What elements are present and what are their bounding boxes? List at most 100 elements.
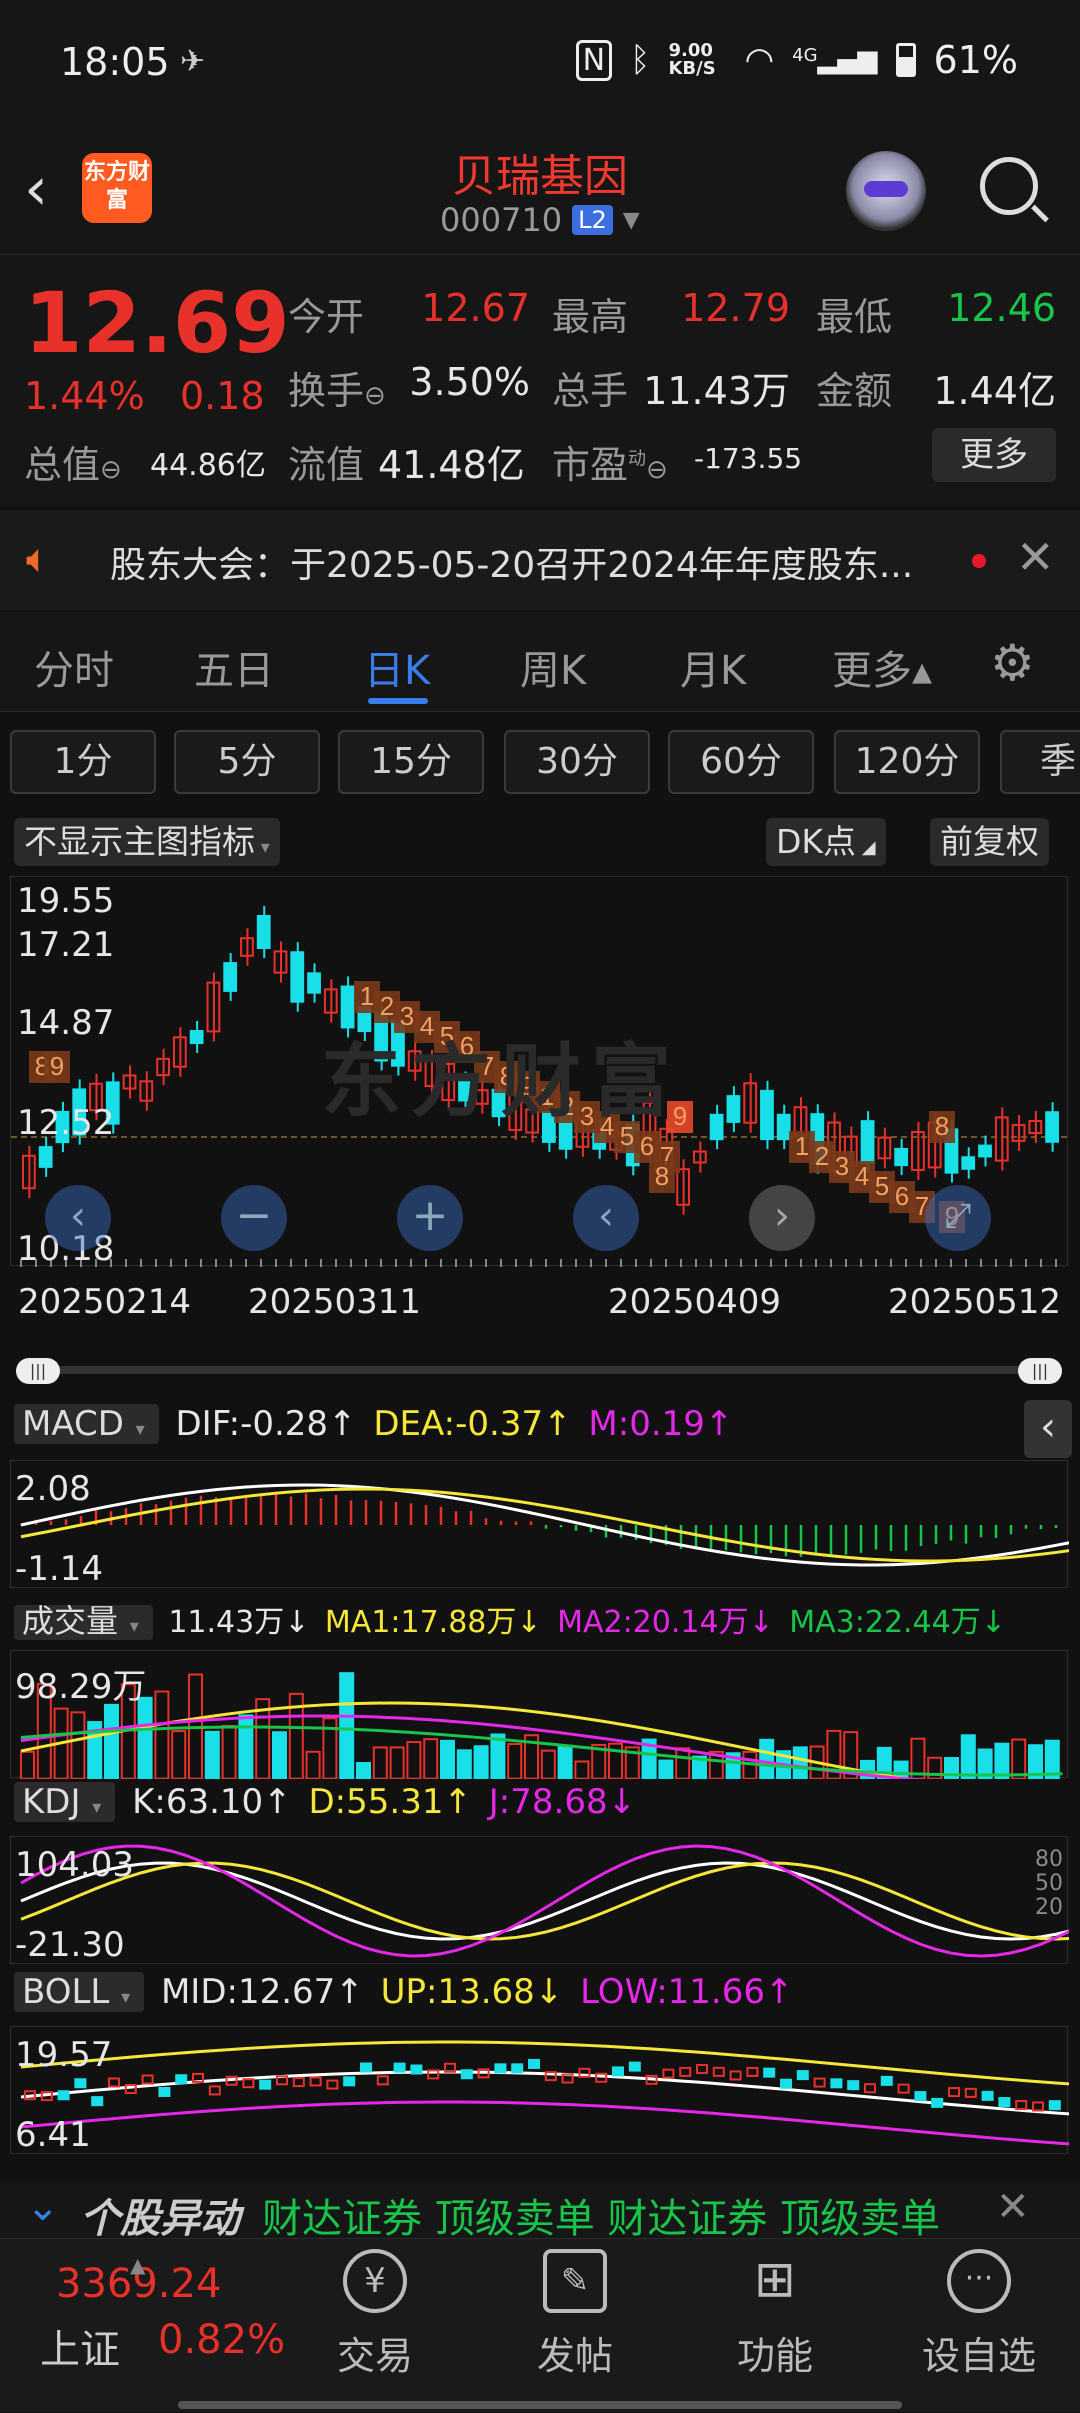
td-marker-label: 6 [895,1181,909,1211]
volume-bar [1011,1738,1027,1780]
pe-label: 市盈动⊖ [552,443,668,487]
robot-assistant-icon[interactable] [846,151,926,231]
tab-60min[interactable]: 60分 [668,730,814,794]
chevron-down-icon[interactable]: ▼ [623,208,640,233]
td-marker-label: 3 [835,1151,849,1181]
gear-icon[interactable]: ⚙ [990,634,1035,692]
volume-bar [574,1760,590,1780]
range-handle-right[interactable]: ||| [1018,1358,1062,1384]
scroll-left-button[interactable]: ‹ [45,1185,111,1251]
tab-daily-k[interactable]: 日K [364,638,430,696]
boll-candle [259,2079,272,2090]
next-candle-button[interactable]: › [749,1185,815,1251]
boll-up: UP:13.68↓ [380,1972,564,2012]
boll-candle [360,2062,372,2073]
nav-functions[interactable]: ⊞ 功能 [700,2249,850,2380]
volume-bar [406,1741,422,1781]
candle-body [709,1113,724,1141]
more-quote-button[interactable]: 更多 [932,428,1056,482]
boll-select[interactable]: BOLL ▾ [14,1972,145,2012]
tab-more[interactable]: 更多▴ [832,638,932,696]
td-marker-label: 2 [815,1141,829,1171]
kdj-legend: KDJ ▾ K:63.10↑ D:55.31↑ J:78.68↓ [0,1782,1080,1832]
kdj-select[interactable]: KDJ ▾ [14,1782,116,1822]
info-icon[interactable]: ⊖ [364,381,386,411]
volume-bar [490,1733,506,1780]
tab-weekly-k[interactable]: 周K [520,638,586,696]
volume-bar [204,1730,220,1780]
turnover-value: 3.50% [409,360,530,404]
chevron-down-icon[interactable]: ⌄ [26,2184,60,2230]
range-handle-left[interactable]: ||| [16,1358,60,1384]
index-widget[interactable]: 3369.24 ▲ 上证 0.82% [0,2239,300,2413]
kdj-k: K:63.10↑ [132,1782,292,1822]
collapse-panel-button[interactable]: ‹ [1024,1400,1072,1458]
close-icon[interactable]: ✕ [996,2184,1030,2230]
candle-body [256,914,271,950]
volume-bar [154,1690,170,1780]
mktcap-value: 44.86亿 [150,448,266,483]
tab-5min[interactable]: 5分 [174,730,320,794]
nav-watchlist[interactable]: ··· 设自选 [904,2249,1054,2380]
volume-value: 11.43万 [643,369,790,413]
zoom-in-button[interactable]: + [397,1185,463,1251]
tab-1min[interactable]: 1分 [10,730,156,794]
boll-candle [326,2079,339,2090]
boll-legend: BOLL ▾ MID:12.67↑ UP:13.68↓ LOW:11.66↑ [0,1972,1080,2022]
boll-svg [20,2040,1072,2146]
prev-candle-button[interactable]: ‹ [573,1185,639,1251]
volume-svg [20,1672,1063,1799]
td-marker-label: 1 [360,981,374,1011]
x-label-3: 20250409 [608,1282,782,1322]
notice-bar[interactable]: 🔈︎ 股东大会：于2025-05-20召开2024年年度股东... ✕ [0,510,1080,610]
range-scrollbar[interactable] [18,1366,1062,1374]
volume-select[interactable]: 成交量 ▾ [14,1602,153,1640]
boll-candle [897,2083,910,2094]
kline-chart[interactable]: 89123456789123456798123456789 东方财富 19.55… [10,876,1069,1269]
y-label-top: 19.55 [17,881,115,921]
fullscreen-button[interactable]: ⤢ [925,1185,991,1251]
volume-chart[interactable]: 98.29万 [10,1650,1068,1799]
tab-season[interactable]: 季 [1000,730,1080,794]
volume-bar [221,1724,237,1780]
kdj-chart[interactable]: 104.03 -21.30 80 50 20 [10,1836,1072,1965]
telegram-icon: ✈ [180,44,206,79]
tab-monthly-k[interactable]: 月K [680,638,746,696]
volume-bar [356,1762,371,1780]
zoom-out-button[interactable]: − [221,1185,287,1251]
current-price: 12.69 [24,274,290,372]
nav-trade[interactable]: ¥ 交易 [300,2249,450,2380]
main-indicator-select[interactable]: 不显示主图指标 ▾ [14,818,280,866]
kdj-ref-50: 50 [1035,1871,1063,1896]
tab-120min[interactable]: 120分 [834,730,980,794]
boll-candle [729,2070,742,2081]
nav-post[interactable]: ✎ 发帖 [500,2249,650,2380]
trade-icon: ¥ [343,2249,407,2313]
boll-candle [1015,2100,1028,2111]
volume-bar [440,1739,455,1780]
tab-fenshi[interactable]: 分时 [34,638,114,696]
news-ticker[interactable]: ⌄ 个股异动 财达证券 顶级卖单 财达证券 顶级卖单 ✕ [0,2180,1080,2242]
search-icon[interactable] [980,157,1038,215]
tab-15min[interactable]: 15分 [338,730,484,794]
more-dots-icon: ··· [947,2249,1011,2313]
info-icon[interactable]: ⊖ [100,455,122,485]
macd-chart[interactable]: 2.08 -1.14 [10,1460,1072,1589]
status-bar: 18:05 ✈ N ᛒ 9.00 KB/S ◠ 4G▂▄▆ 61% [0,0,1080,125]
boll-candle [57,2090,70,2101]
tab-30min[interactable]: 30分 [504,730,650,794]
dk-point-button[interactable]: DK点 ◢ [766,818,886,866]
minute-tabs: 1分 5分 15分 30分 60分 120分 季 [0,718,1080,808]
boll-chart[interactable]: 19.57 6.41 [10,2026,1072,2155]
y-label-2: 17.21 [17,925,115,965]
x-label-2: 20250311 [248,1282,422,1322]
macd-select[interactable]: MACD ▾ [14,1404,159,1444]
boll-candle [393,2062,406,2073]
amount-value: 1.44亿 [933,369,1056,413]
close-icon[interactable]: ✕ [1016,530,1055,584]
info-icon[interactable]: ⊖ [646,455,668,485]
adjust-button[interactable]: 前复权 [930,818,1049,866]
boll-candle [662,2068,675,2079]
signal-type: 4G [792,45,818,66]
tab-wuri[interactable]: 五日 [194,638,274,696]
